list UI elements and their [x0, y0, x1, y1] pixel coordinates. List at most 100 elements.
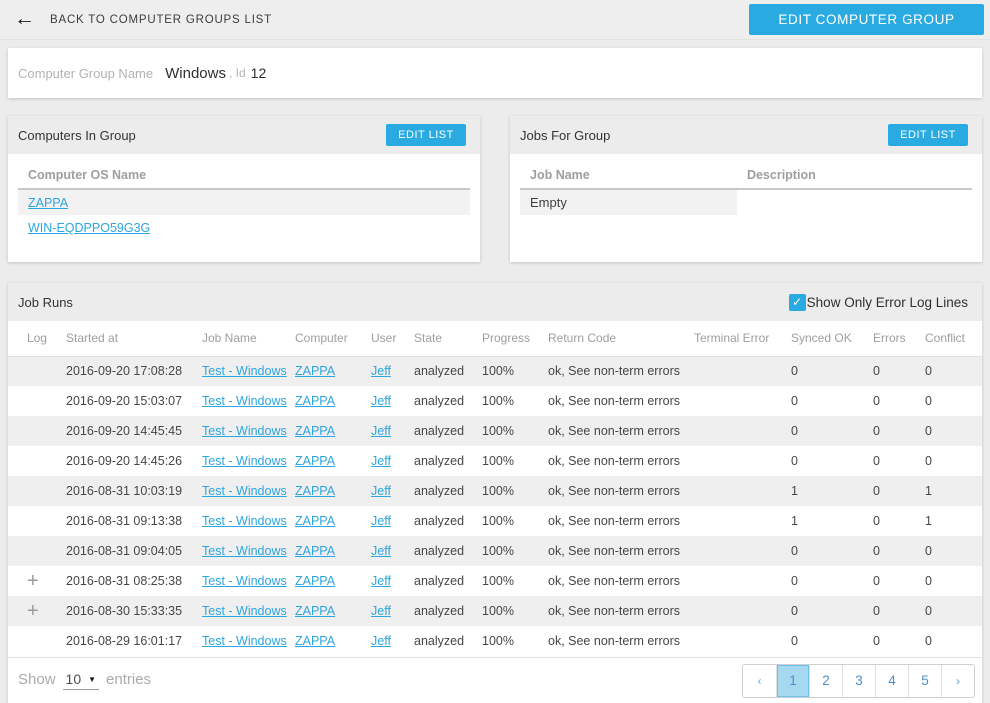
errors-cell: 0 [873, 506, 925, 536]
computer-link[interactable]: ZAPPA [295, 424, 335, 438]
user-link[interactable]: Jeff [371, 394, 391, 408]
job-name-link[interactable]: Test - Windows [202, 574, 287, 588]
started-at-cell: 2016-08-31 10:03:19 [66, 476, 202, 506]
job-runs-column-header: Progress [482, 321, 548, 356]
job-name-link[interactable]: Test - Windows [202, 484, 287, 498]
pagination-prev-button[interactable]: ‹ [743, 665, 776, 697]
job-run-row: 2016-08-31 10:03:19Test - Windows ZAPPA Je… [8, 476, 982, 506]
computer-link[interactable]: ZAPPA [295, 544, 335, 558]
computer-cell: WIN-EQDPPO59G3G [18, 215, 470, 241]
pagination-page-button[interactable]: 1 [776, 665, 809, 697]
job-run-row: +2016-08-30 15:33:35Test - WindowsZAPPAJ… [8, 596, 982, 626]
computer-cell: ZAPPA [18, 189, 470, 215]
job-name-link[interactable]: Test - Windows [202, 394, 287, 408]
user-link[interactable]: Jeff [371, 424, 391, 438]
user-cell: Jeff [371, 506, 414, 536]
pagination: ‹12345› [742, 664, 975, 698]
errors-cell: 0 [873, 536, 925, 566]
job-name-link[interactable]: Test - Windows [202, 604, 287, 618]
pagination-page-button[interactable]: 3 [842, 665, 875, 697]
user-link[interactable]: Jeff [371, 544, 391, 558]
user-link[interactable]: Jeff [371, 604, 391, 618]
group-info-card: Computer Group Name Windows , Id 12 [8, 48, 982, 98]
computer-row: ZAPPA [18, 189, 470, 215]
computer-link[interactable]: ZAPPA [295, 484, 335, 498]
errors-cell: 0 [873, 596, 925, 626]
pagination-page-button[interactable]: 4 [875, 665, 908, 697]
return-code-cell: ok, See non-term errors [548, 566, 694, 596]
conflict-cell: 0 [925, 566, 982, 596]
page-size-dropdown[interactable]: 10 ▼ [63, 671, 100, 690]
computer-link[interactable]: ZAPPA [295, 634, 335, 648]
errors-cell: 0 [873, 626, 925, 656]
edit-computer-group-button[interactable]: EDIT COMPUTER GROUP [749, 4, 984, 35]
user-link[interactable]: Jeff [371, 484, 391, 498]
computer-link[interactable]: ZAPPA [295, 604, 335, 618]
expand-log-icon[interactable]: + [27, 570, 39, 592]
pagination-page-button[interactable]: 2 [809, 665, 842, 697]
terminal-error-cell [694, 386, 791, 416]
job-name-cell: Test - Windows [202, 446, 295, 476]
job-runs-column-header: Synced OK [791, 321, 873, 356]
conflict-cell: 0 [925, 386, 982, 416]
show-only-error-checkbox[interactable]: ✓ [789, 294, 806, 311]
edit-jobs-list-button[interactable]: EDIT LIST [888, 124, 968, 146]
pagination-page-button[interactable]: 5 [908, 665, 941, 697]
job-name-cell: Test - Windows [202, 356, 295, 386]
state-cell: analyzed [414, 506, 482, 536]
log-cell: + [8, 566, 66, 596]
job-name-link[interactable]: Test - Windows [202, 454, 287, 468]
progress-cell: 100% [482, 446, 548, 476]
computer-link[interactable]: ZAPPA [295, 394, 335, 408]
computer-link[interactable]: ZAPPA [295, 364, 335, 378]
computer-link[interactable]: ZAPPA [295, 574, 335, 588]
jobs-for-group-panel: Jobs For Group EDIT LIST Job Name Descri… [510, 116, 982, 262]
computer-link[interactable]: ZAPPA [295, 454, 335, 468]
edit-computers-list-button[interactable]: EDIT LIST [386, 124, 466, 146]
job-name-link[interactable]: Test - Windows [202, 424, 287, 438]
terminal-error-cell [694, 566, 791, 596]
user-link[interactable]: Jeff [371, 514, 391, 528]
progress-cell: 100% [482, 506, 548, 536]
job-runs-column-header: Terminal Error [694, 321, 791, 356]
pagination-next-button[interactable]: › [941, 665, 974, 697]
job-name-link[interactable]: Test - Windows [202, 364, 287, 378]
show-only-error-log-lines-filter[interactable]: ✓ Show Only Error Log Lines [789, 294, 968, 311]
log-cell [8, 536, 66, 566]
user-link[interactable]: Jeff [371, 454, 391, 468]
synced-ok-cell: 0 [791, 416, 873, 446]
job-run-row: 2016-08-29 16:01:17Test - WindowsZAPPAJe… [8, 626, 982, 656]
log-cell: + [8, 596, 66, 626]
job-name-link[interactable]: Test - Windows [202, 544, 287, 558]
job-name-link[interactable]: Test - Windows [202, 634, 287, 648]
computer-cell: ZAPPA [295, 476, 371, 506]
log-cell [8, 476, 66, 506]
user-link[interactable]: Jeff [371, 634, 391, 648]
terminal-error-cell [694, 596, 791, 626]
log-cell [8, 356, 66, 386]
started-at-cell: 2016-09-20 17:08:28 [66, 356, 202, 386]
jobs-panel-title: Jobs For Group [520, 128, 610, 143]
job-name-link[interactable]: Test - Windows [202, 514, 287, 528]
computer-row: WIN-EQDPPO59G3G [18, 215, 470, 241]
computers-column-header: Computer OS Name [18, 160, 470, 189]
panels-row: Computers In Group EDIT LIST Computer OS… [8, 116, 982, 262]
terminal-error-cell [694, 626, 791, 656]
errors-cell: 0 [873, 446, 925, 476]
back-to-groups-button[interactable]: ← BACK TO COMPUTER GROUPS LIST [14, 10, 272, 29]
conflict-cell: 0 [925, 596, 982, 626]
errors-cell: 0 [873, 386, 925, 416]
user-link[interactable]: Jeff [371, 364, 391, 378]
computers-in-group-panel: Computers In Group EDIT LIST Computer OS… [8, 116, 480, 262]
job-runs-column-header: Started at [66, 321, 202, 356]
return-code-cell: ok, See non-term errors [548, 596, 694, 626]
errors-cell: 0 [873, 356, 925, 386]
expand-log-icon[interactable]: + [27, 600, 39, 622]
job-runs-table: LogStarted atJob NameComputerUserStatePr… [8, 321, 982, 656]
computer-link[interactable]: ZAPPA [28, 196, 68, 210]
conflict-cell: 1 [925, 476, 982, 506]
user-link[interactable]: Jeff [371, 574, 391, 588]
computer-link[interactable]: WIN-EQDPPO59G3G [28, 221, 150, 235]
computer-link[interactable]: ZAPPA [295, 514, 335, 528]
job-run-row: +2016-08-31 08:25:38Test - WindowsZAPPAJ… [8, 566, 982, 596]
